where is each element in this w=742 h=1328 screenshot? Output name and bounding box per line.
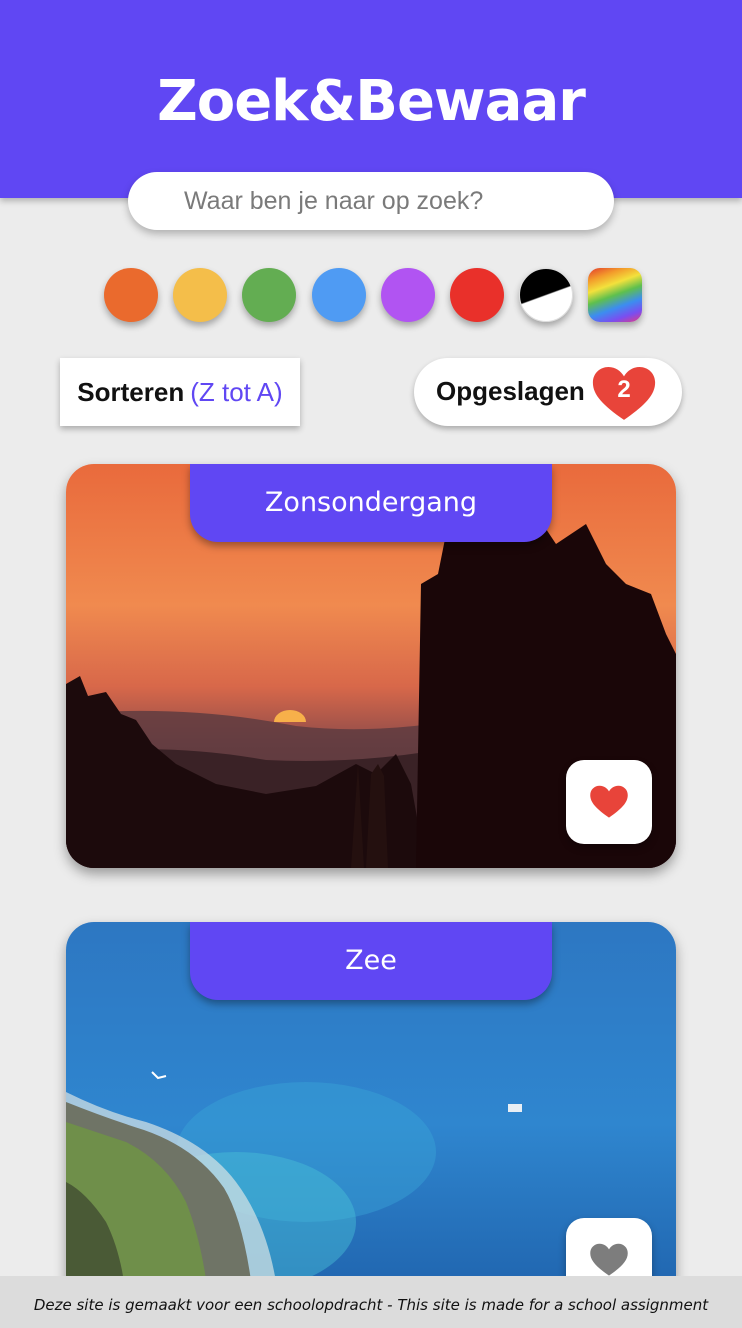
footer-text: Deze site is gemaakt voor een schoolopdr…	[0, 1276, 742, 1328]
color-filter-black-white[interactable]	[519, 268, 573, 322]
search-input[interactable]	[128, 172, 614, 230]
sort-button[interactable]: Sorteren (Z tot A)	[60, 358, 300, 426]
heart-icon	[590, 785, 628, 818]
color-filter-red[interactable]	[450, 268, 504, 322]
color-filter-blue[interactable]	[312, 268, 366, 322]
image-card[interactable]: Zonsondergang	[66, 464, 676, 868]
color-filter-multicolor[interactable]	[588, 268, 642, 322]
sort-label: Sorteren	[77, 376, 185, 407]
color-filter-orange[interactable]	[104, 268, 158, 322]
favorite-button[interactable]	[566, 760, 652, 844]
saved-label: Opgeslagen	[436, 376, 585, 406]
card-title: Zonsondergang	[190, 464, 552, 542]
color-filter-purple[interactable]	[381, 268, 435, 322]
color-filter-green[interactable]	[242, 268, 296, 322]
app-title: Zoek&Bewaar	[157, 69, 586, 134]
heart-icon	[590, 1243, 628, 1276]
page: Zoek&Bewaar Sorteren (Z tot A) Opgeslage…	[0, 0, 742, 1328]
header: Zoek&Bewaar	[0, 0, 742, 198]
sort-mode: (Z tot A)	[190, 376, 283, 407]
image-card[interactable]: Zee	[66, 922, 676, 1326]
color-filter-yellow[interactable]	[173, 268, 227, 322]
saved-count-badge: 2	[617, 376, 631, 403]
card-title: Zee	[190, 922, 552, 1000]
